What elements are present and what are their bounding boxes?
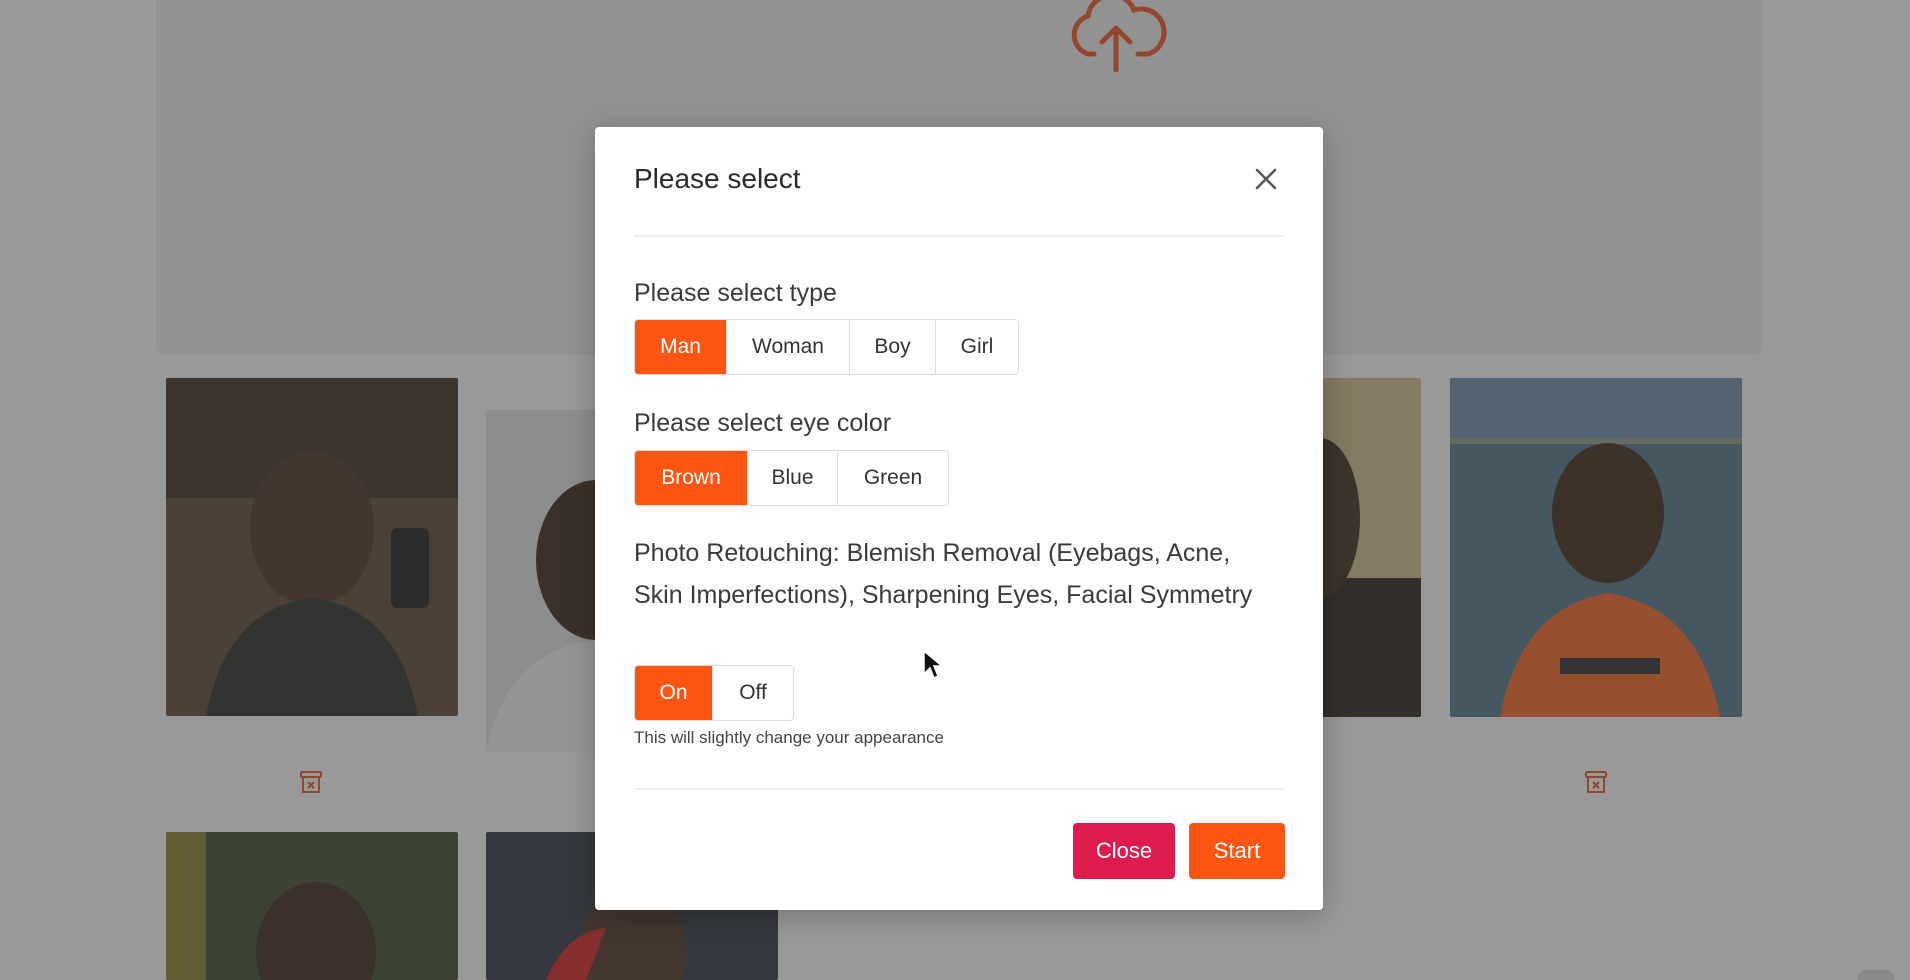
retouch-option-off[interactable]: Off <box>713 666 793 720</box>
type-label: Please select type <box>634 279 837 307</box>
type-option-man[interactable]: Man <box>635 320 727 374</box>
retouching-toggle: On Off <box>634 665 794 721</box>
close-icon[interactable] <box>1252 165 1280 193</box>
eye-color-label: Please select eye color <box>634 409 892 437</box>
type-option-boy[interactable]: Boy <box>850 320 936 374</box>
footer-divider <box>634 788 1284 790</box>
start-button[interactable]: Start <box>1189 823 1285 879</box>
retouching-label: Photo Retouching: Blemish Removal (Eyeba… <box>634 539 1253 609</box>
retouching-hint: This will slightly change your appearanc… <box>634 728 944 747</box>
type-option-woman[interactable]: Woman <box>727 320 850 374</box>
eye-color-selector: Brown Blue Green <box>634 450 949 506</box>
type-selector: Man Woman Boy Girl <box>634 319 1019 375</box>
eye-option-green[interactable]: Green <box>838 451 948 505</box>
dialog-title: Please select <box>634 163 801 194</box>
avatar <box>1858 970 1894 980</box>
eye-option-blue[interactable]: Blue <box>748 451 838 505</box>
selection-dialog: Please select Please select type Man Wom… <box>595 127 1323 910</box>
header-divider <box>634 235 1284 237</box>
retouch-option-on[interactable]: On <box>635 666 713 720</box>
type-option-girl[interactable]: Girl <box>936 320 1018 374</box>
close-button[interactable]: Close <box>1073 823 1175 879</box>
mouse-pointer-icon <box>923 650 943 680</box>
eye-option-brown[interactable]: Brown <box>635 451 748 505</box>
